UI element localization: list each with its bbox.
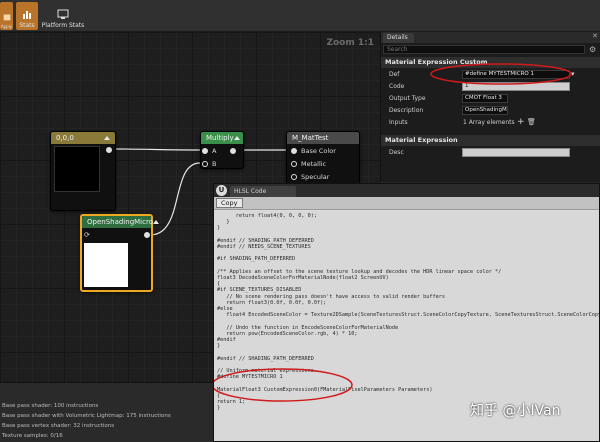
constant-preview — [54, 146, 100, 192]
multiply-pin-a[interactable]: A — [201, 144, 243, 157]
collapse-icon[interactable] — [104, 136, 110, 140]
output-pin[interactable] — [144, 232, 150, 238]
custom-node-header: OpenShadingMicro — [82, 216, 159, 228]
exec-arrow-icon[interactable]: ⟳ — [84, 231, 90, 239]
collapse-icon[interactable] — [152, 220, 159, 224]
pin-base-color[interactable]: Base Color — [287, 144, 359, 157]
output-pin-icon[interactable] — [230, 147, 237, 154]
input-pin-icon — [291, 173, 297, 180]
details-panel: Details ✕ Search ⚙ Material Expression C… — [380, 32, 600, 182]
toolbar: Apply Stats Platform Stats — [0, 0, 600, 32]
material-node-title: M_MatTest — [292, 134, 329, 142]
pin-metallic[interactable]: Metallic — [287, 157, 359, 170]
output-pin[interactable] — [106, 147, 112, 153]
stat-line: Base pass vertex shader: 32 instructions — [2, 423, 115, 429]
material-node-header: M_MatTest — [287, 132, 359, 144]
material-result-node[interactable]: M_MatTest Base Color Metallic Specular — [286, 131, 360, 191]
pin-specular[interactable]: Specular — [287, 170, 359, 183]
multiply-node[interactable]: Multiply A B — [200, 131, 244, 169]
constant-node-header: 0,0,0 — [51, 132, 115, 144]
multiply-node-header: Multiply — [201, 132, 243, 144]
watermark: 知乎 @小IVan — [470, 403, 561, 419]
wire-custom-to-multiply-b — [149, 162, 201, 236]
input-pin-icon — [202, 160, 208, 167]
input-pin-icon — [291, 160, 297, 167]
stat-line: Texture samples: 0/16 — [2, 433, 63, 439]
apply-button[interactable]: Apply — [0, 2, 13, 30]
platform-stats-button[interactable]: Platform Stats — [41, 2, 85, 30]
custom-node-title: OpenShadingMicro — [87, 218, 153, 226]
multiply-node-title: Multiply — [206, 134, 234, 142]
input-pin-icon — [202, 147, 208, 154]
stat-line: Base pass shader: 100 instructions — [2, 403, 99, 409]
wire-constant-to-multiply-a — [111, 148, 201, 151]
custom-preview — [84, 243, 128, 287]
code-window-toolbar: Copy — [214, 197, 599, 210]
constant-node-title: 0,0,0 — [56, 134, 74, 142]
constant-node[interactable]: 0,0,0 — [50, 131, 116, 211]
multiply-pin-b[interactable]: B — [201, 157, 243, 170]
input-pin-icon — [291, 147, 297, 154]
code-window-titlebar: U HLSL Code — [214, 184, 599, 197]
compiler-stats-panel: Base pass shader: 100 instructions Base … — [0, 382, 213, 442]
stat-line: Base pass shader with Volumetric Lightma… — [2, 413, 171, 419]
custom-expression-node[interactable]: OpenShadingMicro ⟳ — [80, 214, 159, 292]
apply-icon — [3, 14, 10, 21]
unreal-logo-icon: U — [216, 185, 227, 196]
stats-icon — [23, 11, 31, 19]
annotation-def-ellipse — [430, 63, 572, 85]
stats-button[interactable]: Stats — [16, 2, 38, 30]
platform-stats-icon — [57, 9, 69, 19]
collapse-icon[interactable] — [233, 136, 240, 140]
copy-button[interactable]: Copy — [216, 198, 243, 208]
hlsl-tab[interactable]: HLSL Code — [230, 186, 297, 197]
